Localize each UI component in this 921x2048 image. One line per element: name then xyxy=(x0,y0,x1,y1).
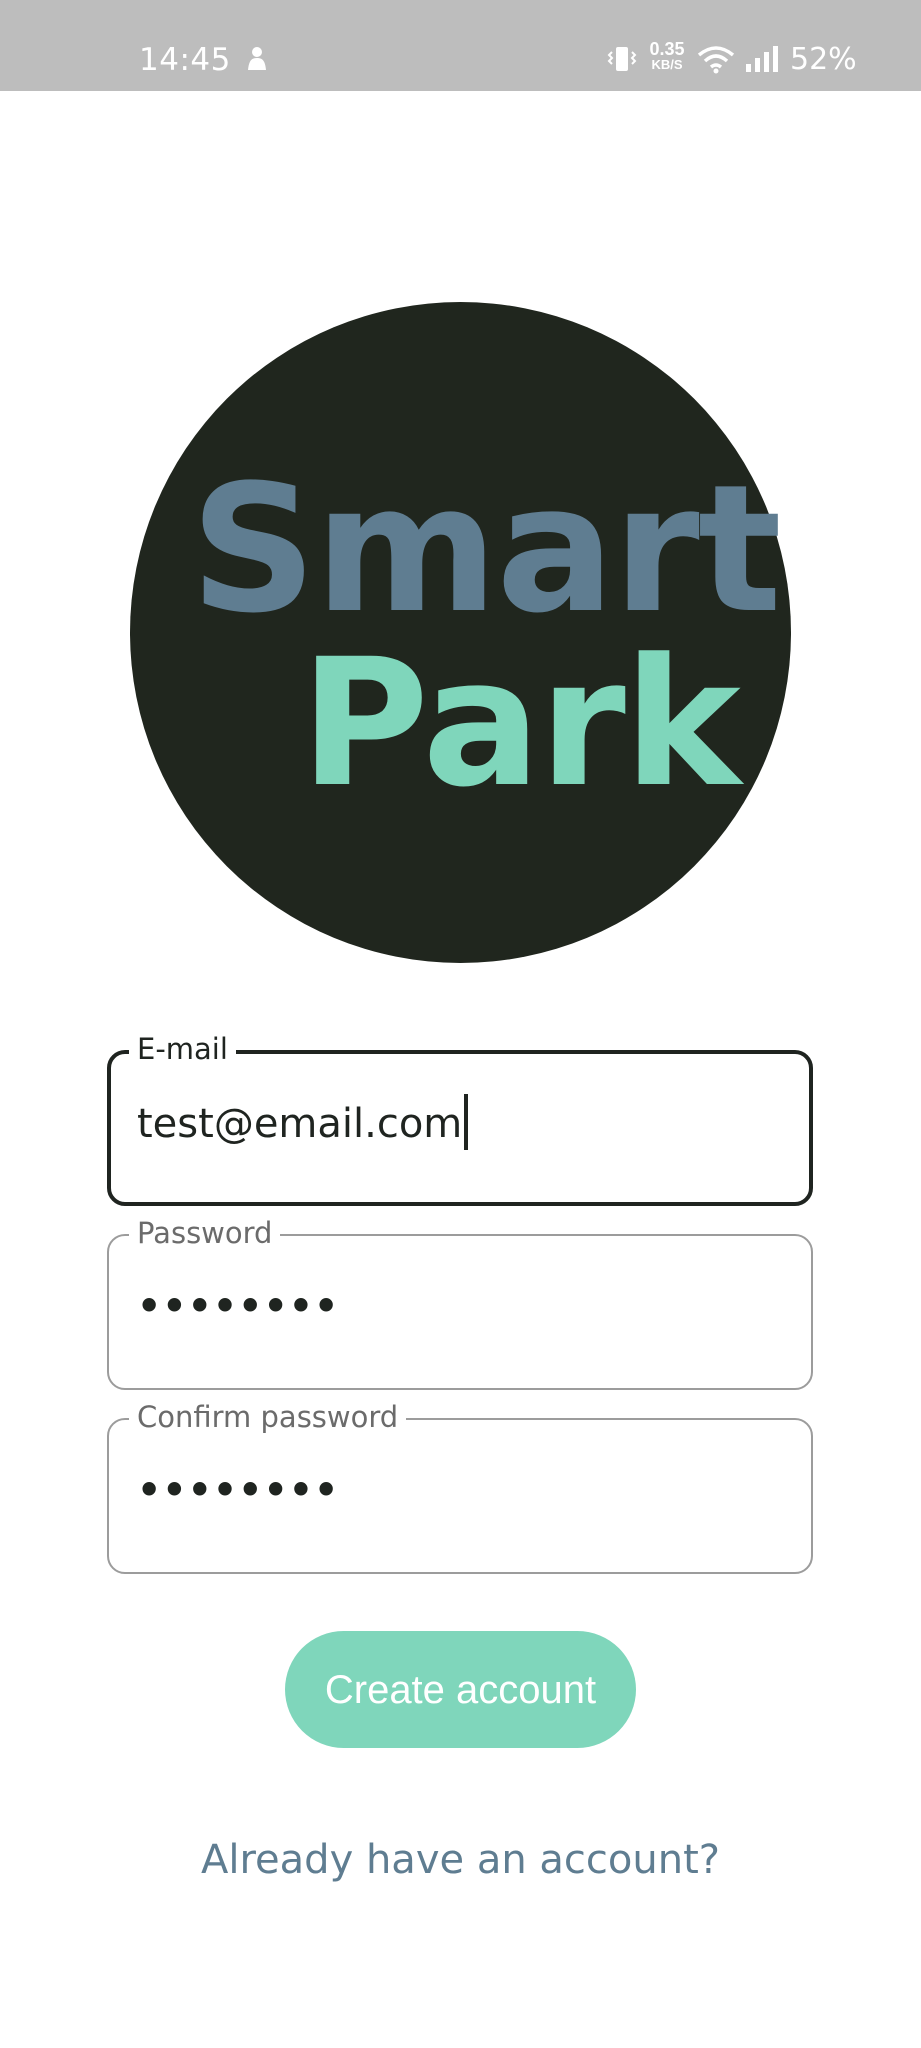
confirm-password-value[interactable]: •••••••• xyxy=(137,1464,339,1516)
password-label: Password xyxy=(129,1216,281,1250)
logo-text-park: Park xyxy=(300,621,741,826)
network-speed-value: 0.35 xyxy=(649,39,685,59)
email-value[interactable]: test@email.com xyxy=(137,1094,469,1154)
create-account-button[interactable]: Create account xyxy=(285,1631,636,1748)
battery-percent: 52% xyxy=(790,42,857,77)
signal-icon xyxy=(746,46,778,72)
confirm-password-label: Confirm password xyxy=(129,1400,407,1434)
email-label: E-mail xyxy=(129,1032,236,1066)
network-speed: 0.35 KB/S xyxy=(644,40,690,72)
notification-icon xyxy=(248,47,266,70)
status-time: 14:45 xyxy=(139,42,231,78)
logo-text-smart: Smart xyxy=(190,447,782,652)
confirm-password-field[interactable]: Confirm password •••••••• xyxy=(107,1400,813,1574)
text-cursor xyxy=(464,1094,469,1150)
email-text: test@email.com xyxy=(137,1101,463,1147)
vibrate-icon xyxy=(607,47,637,71)
already-have-account-link[interactable]: Already have an account? xyxy=(0,1832,921,1888)
status-bar: 14:45 0.35 KB/S 52% xyxy=(0,0,921,91)
wifi-icon xyxy=(697,46,735,74)
password-value[interactable]: •••••••• xyxy=(137,1280,339,1332)
password-field[interactable]: Password •••••••• xyxy=(107,1216,813,1390)
network-speed-unit: KB/S xyxy=(651,57,683,72)
email-field[interactable]: E-mail test@email.com xyxy=(107,1032,813,1206)
smartpark-logo: Smart Park xyxy=(130,302,791,963)
